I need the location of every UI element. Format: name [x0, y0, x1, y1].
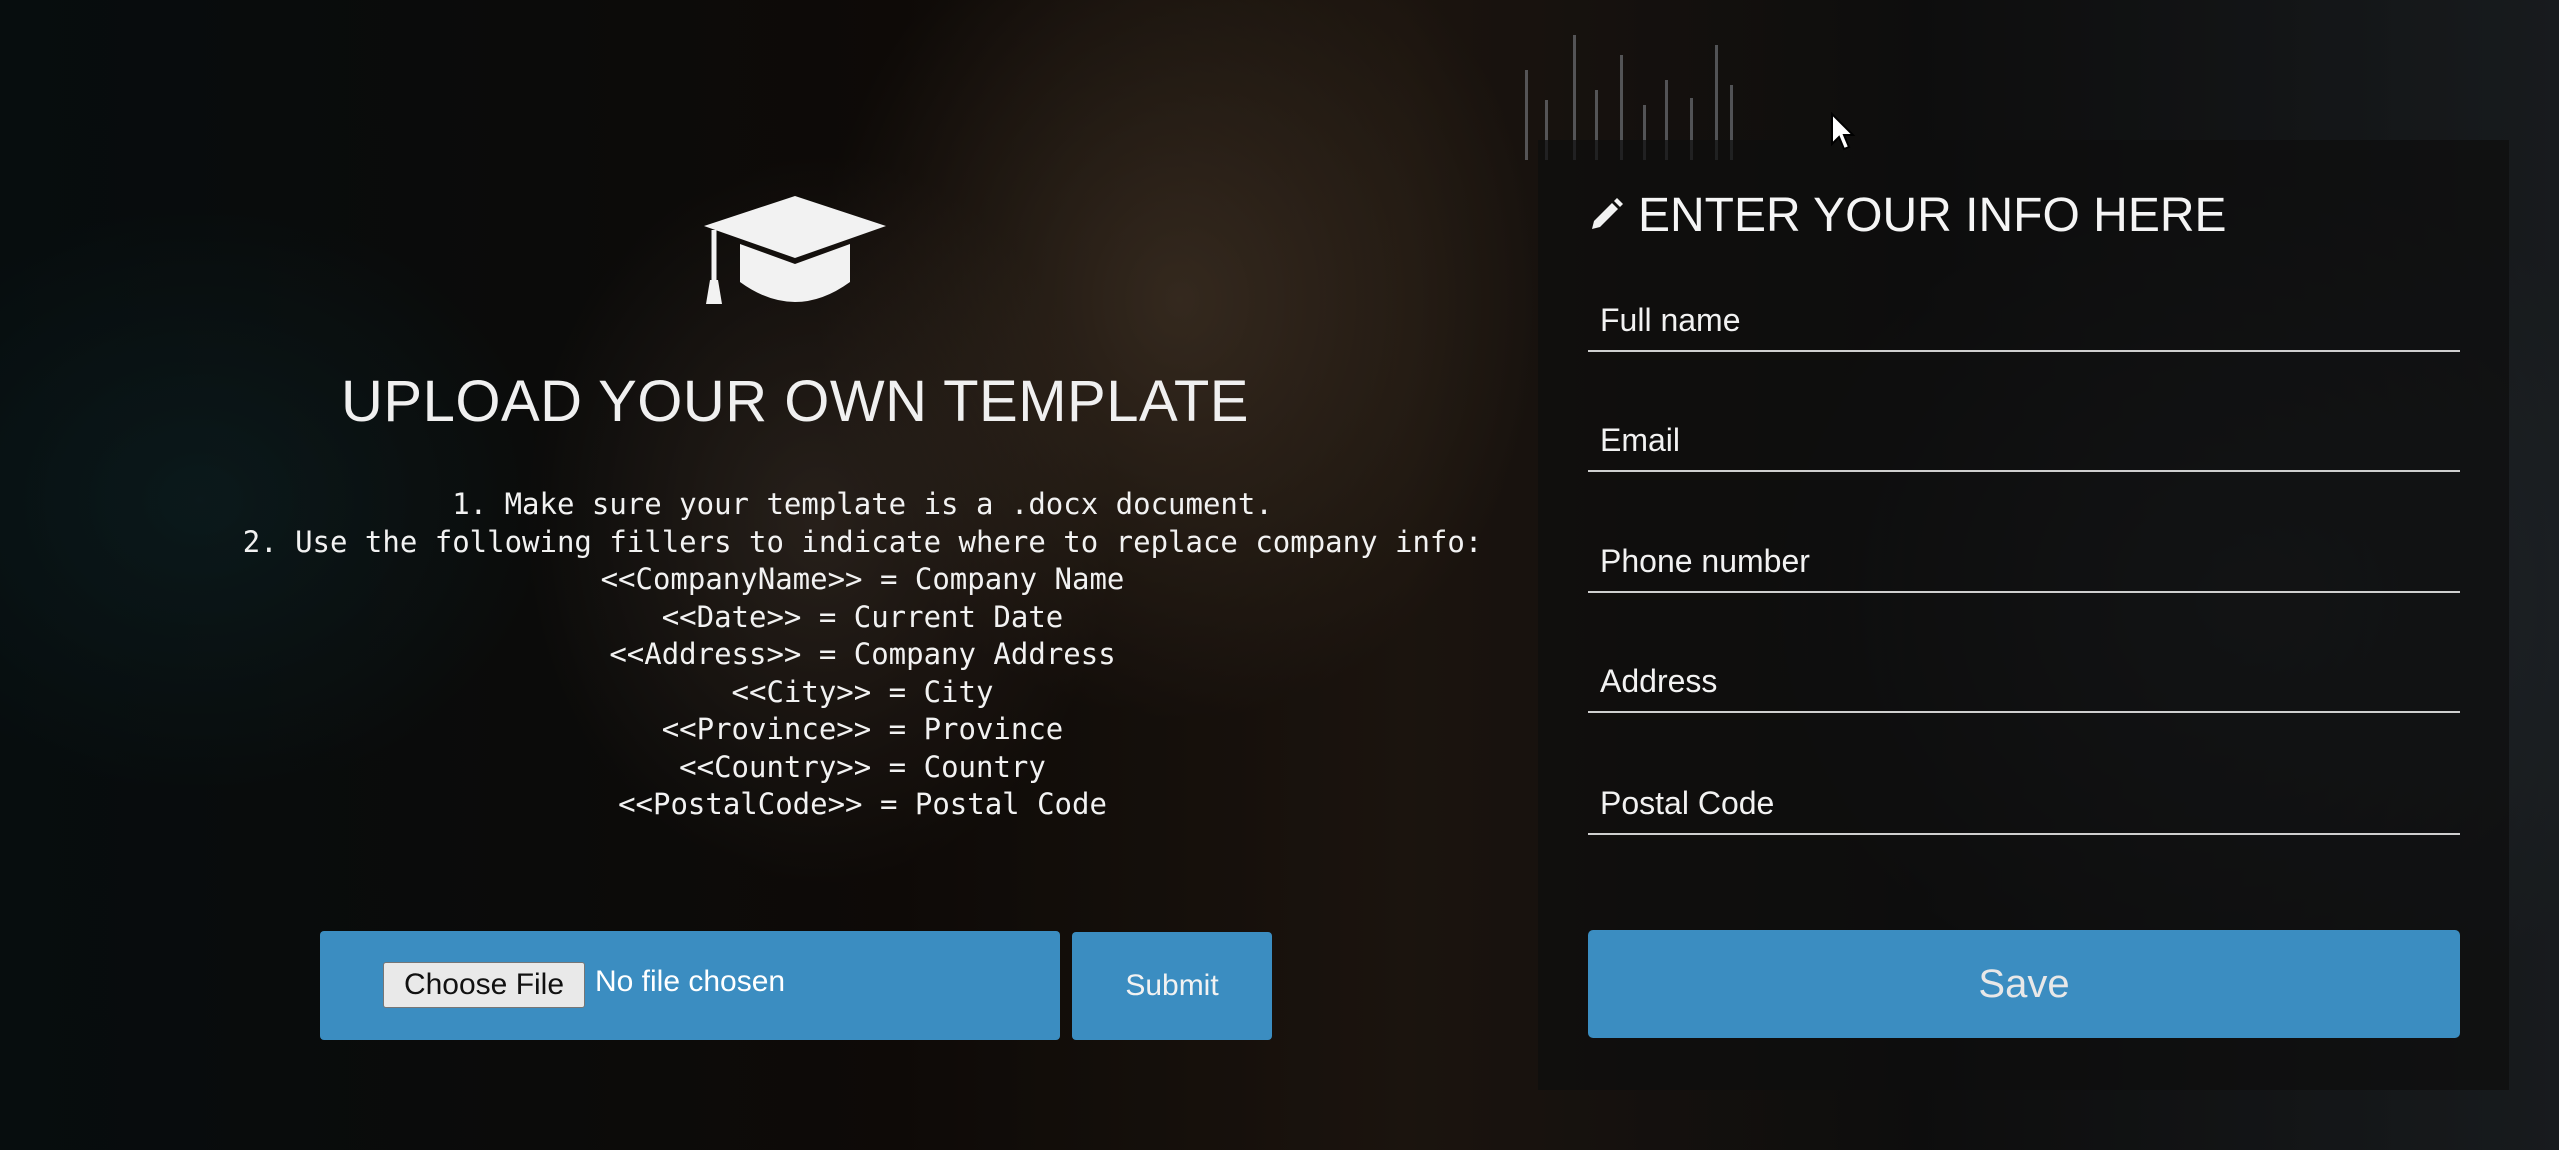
filler-line: <<Date>> = Current Date — [661, 599, 1064, 634]
info-form-heading-text: ENTER YOUR INFO HERE — [1638, 189, 2227, 242]
upload-template-section: UPLOAD YOUR OWN TEMPLATE 1. Make sure yo… — [0, 0, 1540, 1150]
filler-line: <<Country>> = Country — [679, 749, 1046, 784]
file-status-text: No file chosen — [595, 965, 786, 998]
filler-line: <<Province>> = Province — [661, 712, 1064, 746]
info-form-panel: ENTER YOUR INFO HERE Full name Email Pho… — [1538, 140, 2509, 1090]
filler-line: <<City>> = City — [731, 674, 994, 709]
graduation-cap-icon — [704, 196, 886, 304]
phone-number-field[interactable]: Phone number — [1588, 531, 2460, 593]
full-name-placeholder: Full name — [1600, 302, 1741, 338]
mouse-cursor-icon — [1831, 112, 1856, 151]
choose-file-button[interactable]: Choose File — [383, 962, 585, 1008]
file-upload-input[interactable]: Choose File No file chosen — [320, 931, 1060, 1040]
postal-code-placeholder: Postal Code — [1600, 785, 1775, 821]
email-placeholder: Email — [1600, 422, 1681, 458]
save-button[interactable]: Save — [1588, 930, 2460, 1038]
upload-instructions: 1. Make sure your template is a .docx do… — [0, 486, 1725, 824]
phone-number-placeholder: Phone number — [1600, 543, 1810, 579]
address-placeholder: Address — [1600, 663, 1718, 699]
submit-button[interactable]: Submit — [1072, 932, 1272, 1040]
info-form-heading: ENTER YOUR INFO HERE — [1588, 188, 2227, 243]
full-name-field[interactable]: Full name — [1588, 290, 2460, 352]
instruction-line: 1. Make sure your template is a .docx do… — [452, 487, 1273, 521]
pencil-icon — [1592, 198, 1623, 229]
address-field[interactable]: Address — [1588, 651, 2460, 713]
filler-line: <<Address>> = Company Address — [609, 637, 1116, 671]
filler-line: <<CompanyName>> = Company Name — [600, 562, 1125, 596]
postal-code-field[interactable]: Postal Code — [1588, 773, 2460, 835]
instruction-line: 2. Use the following fillers to indicate… — [242, 524, 1483, 559]
email-field[interactable]: Email — [1588, 410, 2460, 472]
filler-line: <<PostalCode>> = Postal Code — [618, 787, 1107, 821]
upload-title: UPLOAD YOUR OWN TEMPLATE — [341, 369, 1249, 434]
